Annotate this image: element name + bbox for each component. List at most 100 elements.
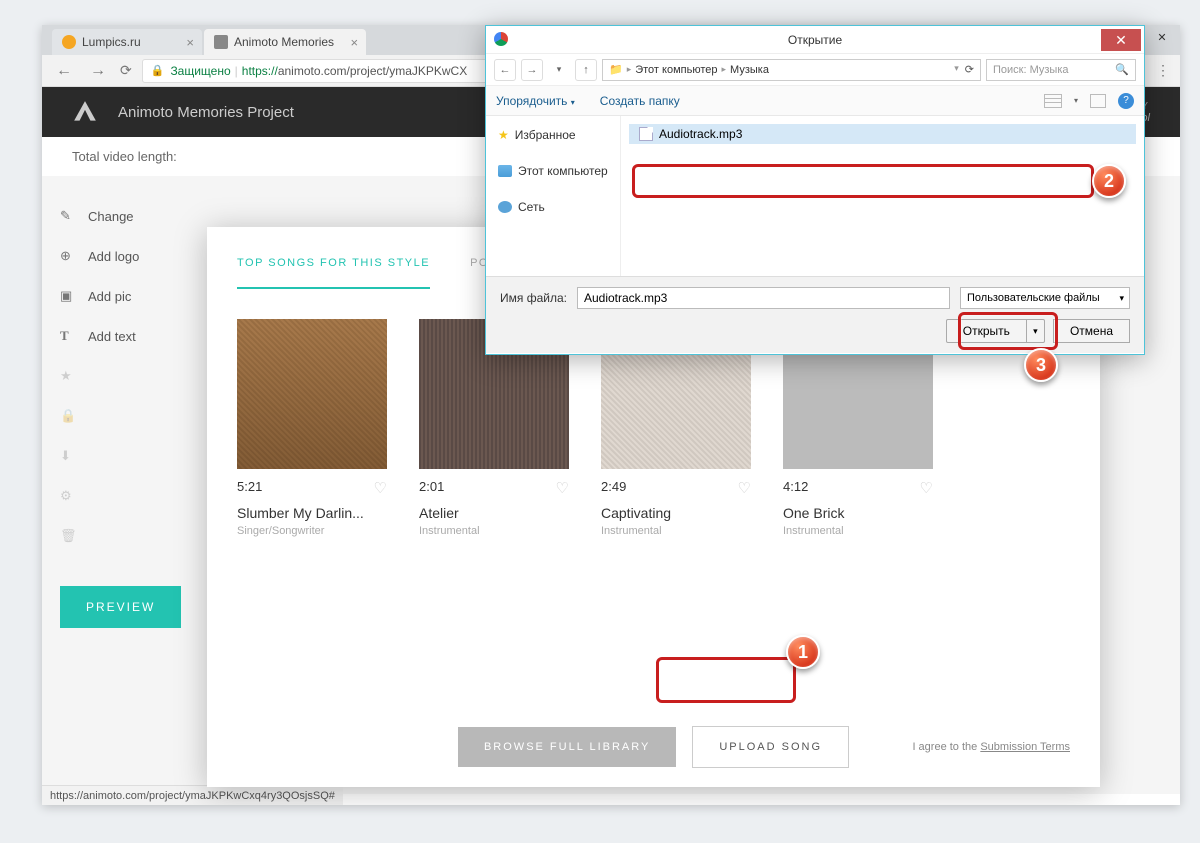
preview-button[interactable]: PREVIEW bbox=[60, 586, 181, 628]
song-duration: 2:01 bbox=[419, 479, 444, 497]
dialog-toolbar: Упорядочить ▾ Создать папку ▾ ? bbox=[486, 86, 1144, 116]
refresh-icon[interactable]: ⟳ bbox=[965, 63, 974, 76]
status-bar: https://animoto.com/project/ymaJKPKwCxq4… bbox=[42, 785, 343, 805]
song-genre: Instrumental bbox=[783, 521, 933, 537]
sidebar-item[interactable]: ⚙ bbox=[60, 476, 182, 516]
chevron-down-icon[interactable]: ▾ bbox=[1074, 96, 1078, 105]
close-icon[interactable]: × bbox=[186, 35, 194, 50]
clock-icon: ⊕ bbox=[60, 248, 78, 264]
chrome-icon bbox=[494, 32, 508, 46]
favicon-icon bbox=[214, 35, 228, 49]
file-name: Audiotrack.mp3 bbox=[659, 127, 742, 141]
file-type-filter[interactable]: Пользовательские файлы bbox=[960, 287, 1130, 309]
chevron-down-icon[interactable]: ▾ bbox=[954, 63, 959, 76]
back-button[interactable]: ← bbox=[52, 62, 76, 80]
sidebar-item[interactable]: 🗑 bbox=[60, 516, 182, 556]
search-icon: 🔍 bbox=[1115, 63, 1129, 76]
url-text: https://animoto.com/project/ymaJKPKwCX bbox=[242, 64, 467, 78]
pencil-icon: ✎ bbox=[60, 208, 78, 224]
song-card[interactable]: 5:21 ♡ Slumber My Darlin... Singer/Songwr… bbox=[237, 319, 387, 537]
view-options-button[interactable] bbox=[1044, 94, 1062, 108]
sidebar-computer[interactable]: Этот компьютер bbox=[486, 160, 620, 182]
lock-icon: 🔒 bbox=[60, 408, 78, 424]
network-icon bbox=[498, 201, 512, 213]
heart-icon[interactable]: ♡ bbox=[920, 479, 933, 497]
file-item[interactable]: Audiotrack.mp3 bbox=[629, 124, 1136, 144]
file-open-dialog: Открытие ✕ ← → ▾ ↑ 📁 ▸ Этот компьютер ▸ … bbox=[485, 25, 1145, 355]
terms-text: I agree to the Submission Terms bbox=[912, 741, 1070, 753]
file-list: Audiotrack.mp3 bbox=[621, 116, 1144, 276]
nav-forward-button[interactable]: → bbox=[521, 59, 543, 81]
download-icon: ⬇ bbox=[60, 448, 78, 464]
song-title: Slumber My Darlin... bbox=[237, 497, 387, 521]
sidebar-item-pic[interactable]: ▣Add pic bbox=[60, 276, 182, 316]
star-icon: ★ bbox=[60, 368, 78, 384]
image-icon: ▣ bbox=[60, 288, 78, 304]
browser-tab-1[interactable]: Lumpics.ru × bbox=[52, 29, 202, 55]
song-genre: Instrumental bbox=[601, 521, 751, 537]
dialog-footer: Имя файла: Пользовательские файлы Открыт… bbox=[486, 276, 1144, 353]
modal-footer: BROWSE FULL LIBRARY UPLOAD SONG I agree … bbox=[207, 707, 1100, 787]
dialog-nav: ← → ▾ ↑ 📁 ▸ Этот компьютер ▸ Музыка ▾ ⟳ … bbox=[486, 54, 1144, 86]
tab-top-songs[interactable]: TOP SONGS FOR THIS STYLE bbox=[237, 257, 430, 289]
song-genre: Singer/Songwriter bbox=[237, 521, 387, 537]
folder-icon: 📁 bbox=[609, 63, 623, 76]
open-dropdown-button[interactable]: ▾ bbox=[1027, 319, 1045, 343]
chevron-down-icon[interactable]: ▾ bbox=[548, 59, 570, 81]
close-icon[interactable]: × bbox=[350, 35, 358, 50]
upload-song-button[interactable]: UPLOAD SONG bbox=[692, 726, 849, 768]
favicon-icon bbox=[62, 35, 76, 49]
close-button[interactable]: ✕ bbox=[1144, 25, 1180, 49]
song-duration: 4:12 bbox=[783, 479, 808, 497]
song-thumbnail bbox=[237, 319, 387, 469]
preview-pane-button[interactable] bbox=[1090, 94, 1106, 108]
sidebar-item-change[interactable]: ✎Change bbox=[60, 196, 182, 236]
help-icon[interactable]: ? bbox=[1118, 93, 1134, 109]
annotation-badge-3: 3 bbox=[1024, 348, 1058, 382]
nav-back-button[interactable]: ← bbox=[494, 59, 516, 81]
dialog-body: ★Избранное Этот компьютер Сеть Audiotrac… bbox=[486, 116, 1144, 276]
dialog-titlebar: Открытие ✕ bbox=[486, 26, 1144, 54]
song-title: Atelier bbox=[419, 497, 569, 521]
organize-button[interactable]: Упорядочить ▾ bbox=[496, 94, 575, 108]
text-icon: T bbox=[60, 328, 78, 344]
editor-sidebar: ✎Change ⊕Add logo ▣Add pic TAdd text ★ 🔒… bbox=[42, 176, 182, 794]
song-genre: Instrumental bbox=[419, 521, 569, 537]
breadcrumb-path[interactable]: 📁 ▸ Этот компьютер ▸ Музыка ▾ ⟳ bbox=[602, 59, 981, 81]
annotation-badge-1: 1 bbox=[786, 635, 820, 669]
sidebar-item[interactable]: 🔒 bbox=[60, 396, 182, 436]
lock-icon: 🔒 bbox=[151, 64, 165, 77]
dialog-title: Открытие bbox=[486, 33, 1144, 47]
nav-up-button[interactable]: ↑ bbox=[575, 59, 597, 81]
sidebar-item[interactable]: ★ bbox=[60, 356, 182, 396]
menu-icon[interactable]: ⋮ bbox=[1156, 62, 1170, 79]
computer-icon bbox=[498, 165, 512, 177]
sidebar-item-text[interactable]: TAdd text bbox=[60, 316, 182, 356]
heart-icon[interactable]: ♡ bbox=[556, 479, 569, 497]
sidebar-item-logo[interactable]: ⊕Add logo bbox=[60, 236, 182, 276]
heart-icon[interactable]: ♡ bbox=[738, 479, 751, 497]
filename-label: Имя файла: bbox=[500, 291, 567, 305]
animoto-logo-icon bbox=[72, 99, 98, 125]
browser-tab-2[interactable]: Animoto Memories × bbox=[204, 29, 366, 55]
song-duration: 2:49 bbox=[601, 479, 626, 497]
file-icon bbox=[639, 127, 653, 141]
reload-button[interactable]: ⟳ bbox=[120, 62, 132, 79]
dialog-close-button[interactable]: ✕ bbox=[1101, 29, 1141, 51]
terms-link[interactable]: Submission Terms bbox=[980, 741, 1070, 753]
forward-button[interactable]: → bbox=[86, 62, 110, 80]
filename-input[interactable] bbox=[577, 287, 950, 309]
tab-title: Animoto Memories bbox=[234, 35, 334, 49]
new-folder-button[interactable]: Создать папку bbox=[600, 94, 680, 108]
dialog-search-input[interactable]: Поиск: Музыка 🔍 bbox=[986, 59, 1136, 81]
sidebar-network[interactable]: Сеть bbox=[486, 196, 620, 218]
song-duration: 5:21 bbox=[237, 479, 262, 497]
sidebar-favorites[interactable]: ★Избранное bbox=[486, 124, 620, 146]
sidebar-item[interactable]: ⬇ bbox=[60, 436, 182, 476]
tab-title: Lumpics.ru bbox=[82, 35, 141, 49]
cancel-button[interactable]: Отмена bbox=[1053, 319, 1130, 343]
song-title: Captivating bbox=[601, 497, 751, 521]
open-button[interactable]: Открыть bbox=[946, 319, 1027, 343]
heart-icon[interactable]: ♡ bbox=[374, 479, 387, 497]
browse-library-button[interactable]: BROWSE FULL LIBRARY bbox=[458, 727, 676, 767]
